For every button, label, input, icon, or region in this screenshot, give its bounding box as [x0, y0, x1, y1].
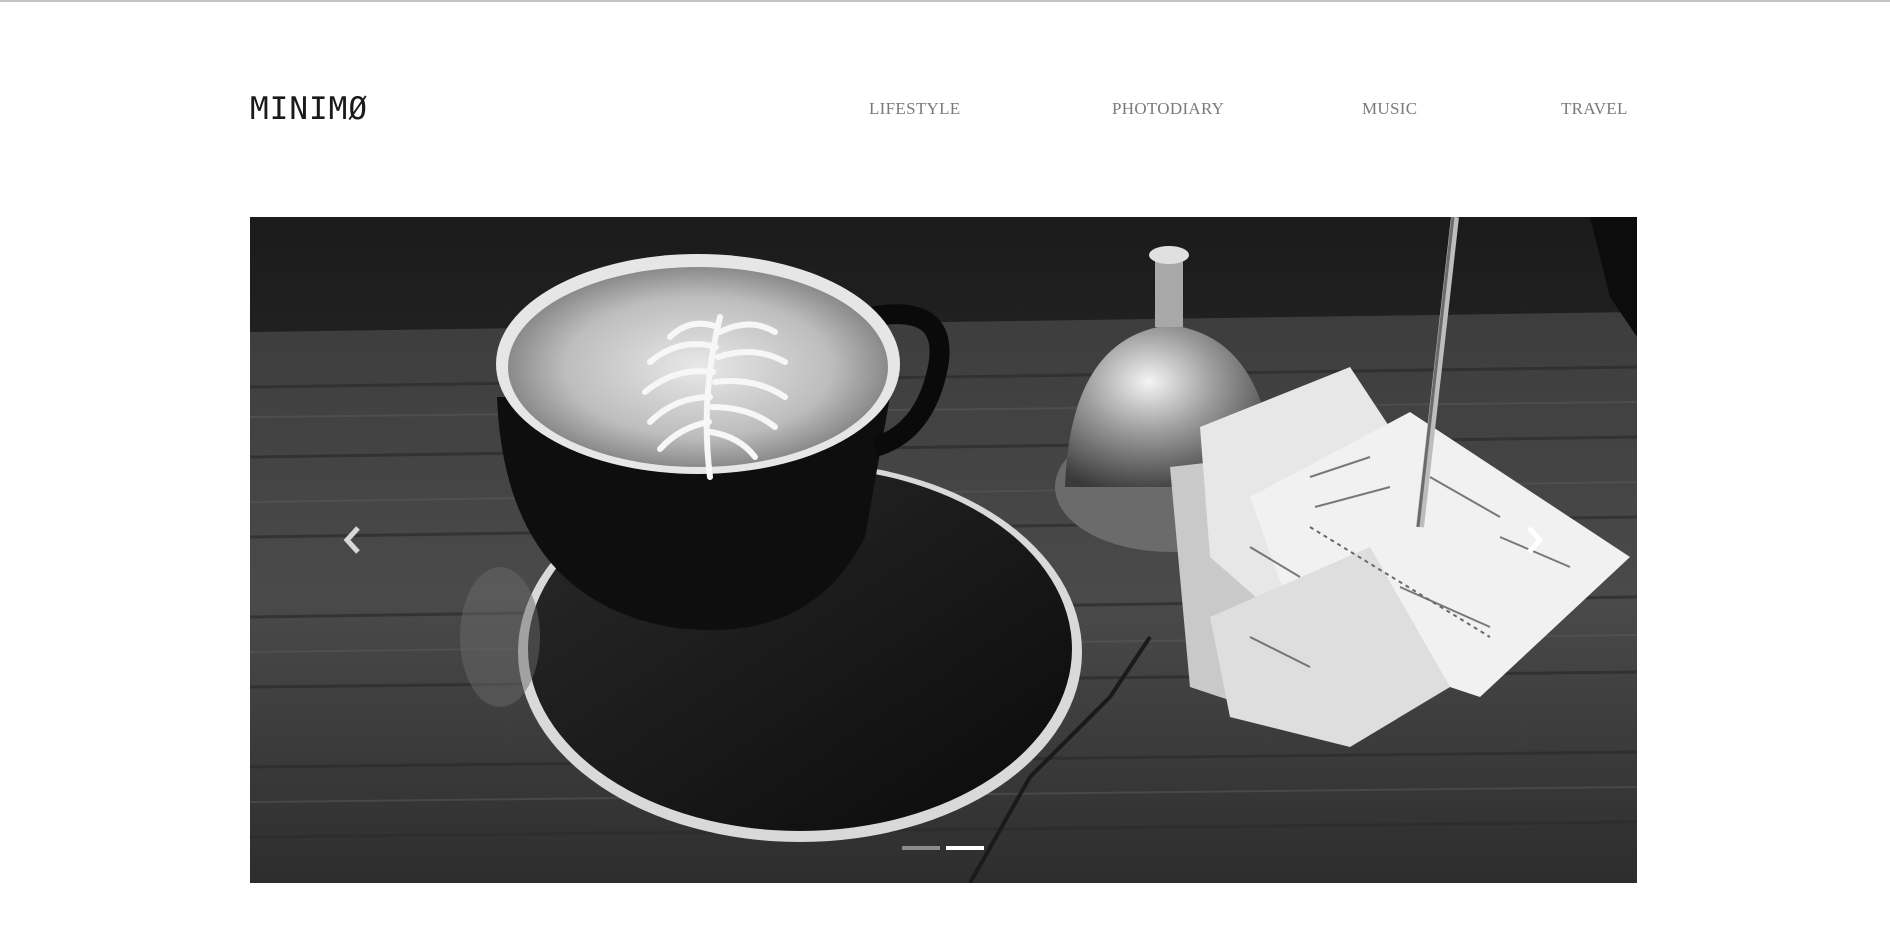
nav-item-travel[interactable]: TRAVEL [1561, 99, 1628, 119]
nav-item-lifestyle[interactable]: LIFESTYLE [869, 99, 960, 119]
nav-item-music[interactable]: MUSIC [1362, 99, 1417, 119]
top-border-line [0, 0, 1890, 2]
nav-item-photodiary[interactable]: PHOTODIARY [1112, 99, 1224, 119]
slider-pagination [902, 846, 984, 850]
main-nav: LIFESTYLE PHOTODIARY MUSIC TRAVEL [869, 99, 1629, 123]
hero-slider[interactable] [250, 217, 1637, 883]
chevron-left-icon [343, 526, 360, 554]
slider-prev-arrow[interactable] [338, 520, 368, 560]
chevron-right-icon [1527, 526, 1544, 554]
slider-dot-1[interactable] [902, 846, 940, 850]
slide-photo [250, 217, 1637, 883]
slider-dot-2[interactable] [946, 846, 984, 850]
slider-next-arrow[interactable] [1519, 520, 1549, 560]
site-header: MINIMØ LIFESTYLE PHOTODIARY MUSIC TRAVEL [250, 85, 1635, 135]
site-logo[interactable]: MINIMØ [250, 91, 368, 127]
